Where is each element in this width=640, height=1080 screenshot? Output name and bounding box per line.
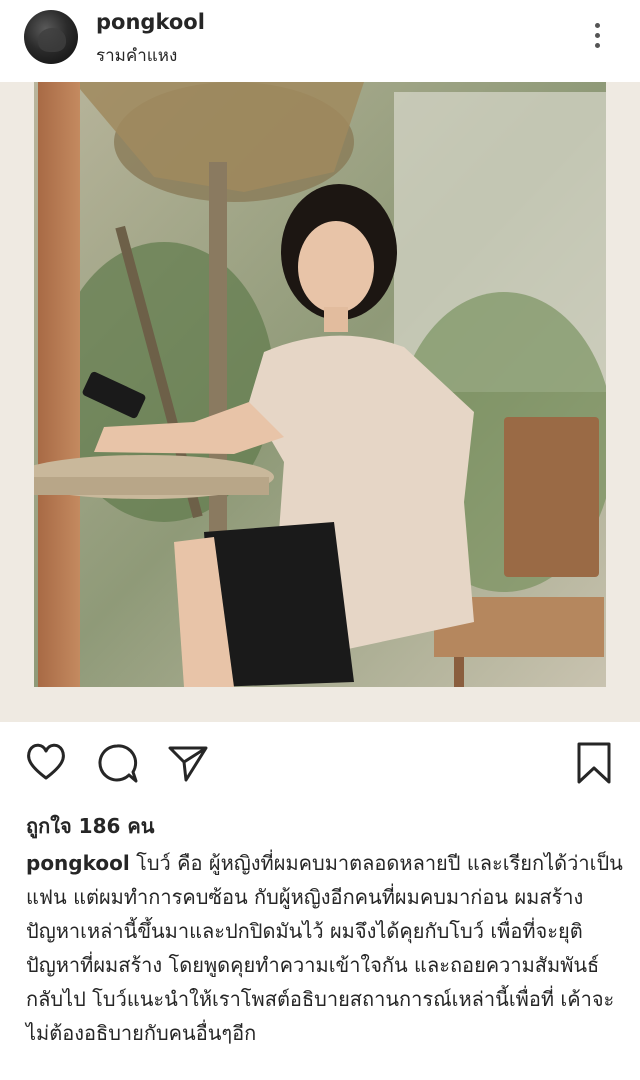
post-username[interactable]: pongkool xyxy=(96,10,205,34)
more-options-icon[interactable] xyxy=(584,20,610,56)
bookmark-icon[interactable] xyxy=(574,740,614,786)
comment-icon[interactable] xyxy=(96,742,140,786)
likes-count[interactable]: ถูกใจ 186 คน xyxy=(26,810,154,842)
post-header: pongkool รามคำแหง xyxy=(0,0,640,80)
caption-username[interactable]: pongkool xyxy=(26,851,130,875)
post-caption: pongkool โบว์ คือ ผู้หญิงที่ผมคบมาตลอดหล… xyxy=(26,846,626,1050)
heart-icon[interactable] xyxy=(24,740,68,784)
caption-text: โบว์ คือ ผู้หญิงที่ผมคบมาตลอดหลายปี และเ… xyxy=(26,851,623,1045)
action-bar xyxy=(0,740,640,790)
photo-image xyxy=(34,82,606,687)
post-photo[interactable] xyxy=(0,82,640,722)
post-location[interactable]: รามคำแหง xyxy=(96,42,177,69)
send-icon[interactable] xyxy=(166,742,210,786)
avatar[interactable] xyxy=(24,10,78,64)
